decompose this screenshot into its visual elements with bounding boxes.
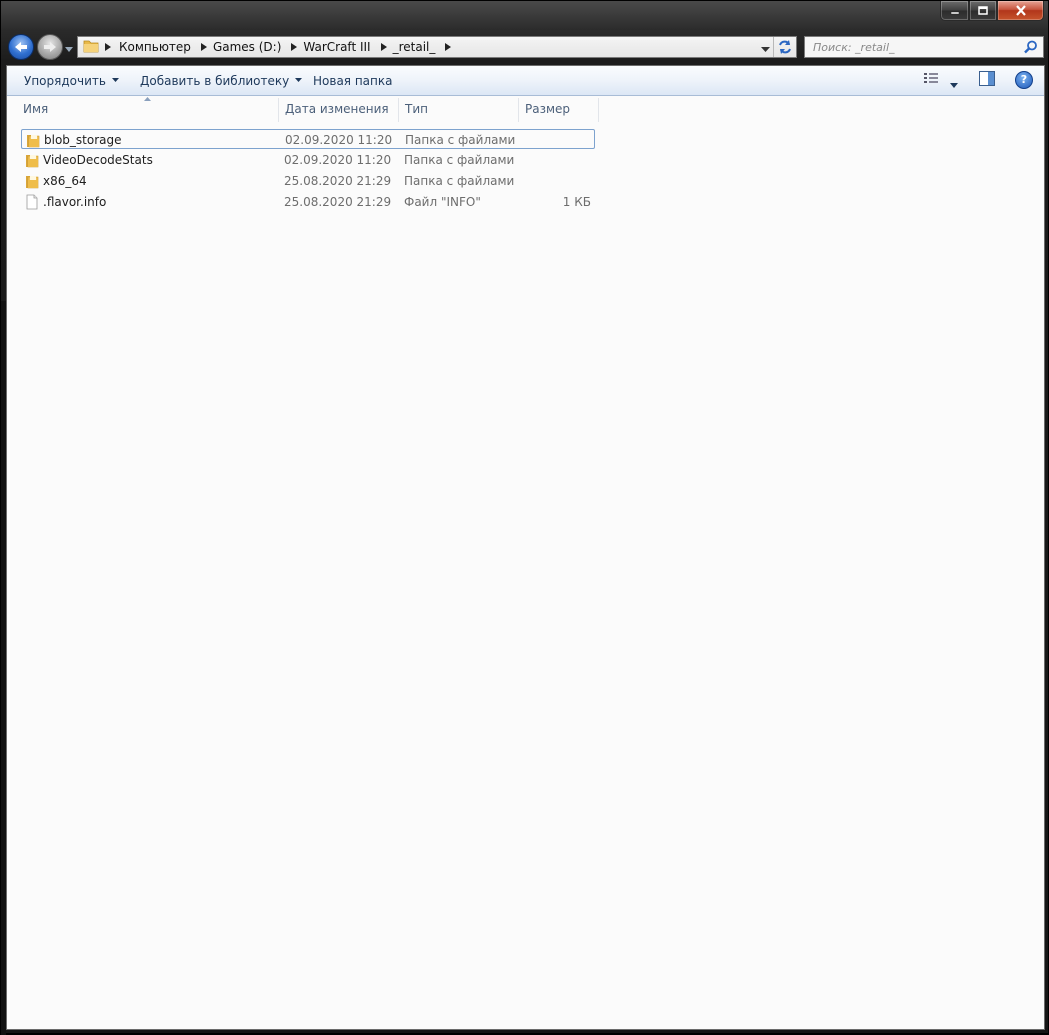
- arrow-right-icon: [44, 42, 56, 52]
- folder-icon: [25, 132, 41, 151]
- file-date: 25.08.2020 21:29: [284, 174, 392, 188]
- address-bar[interactable]: Компьютер Games (D:) WarCraft III _retai…: [77, 36, 797, 58]
- arrow-left-icon: [15, 42, 27, 52]
- view-options-dropdown[interactable]: [950, 77, 958, 91]
- file-name: x86_64: [43, 174, 87, 188]
- breadcrumb-separator[interactable]: [291, 40, 298, 54]
- folder-icon: [24, 173, 40, 192]
- help-icon: ?: [1015, 71, 1033, 89]
- breadcrumb-separator[interactable]: [380, 40, 387, 54]
- column-headers: Имя Дата изменения Тип Размер: [7, 96, 1044, 123]
- refresh-button[interactable]: [773, 37, 796, 57]
- recent-pages-button[interactable]: [65, 42, 73, 56]
- column-header-type[interactable]: Тип: [399, 96, 519, 122]
- minimize-button[interactable]: [940, 1, 969, 21]
- file-date: 25.08.2020 21:29: [284, 195, 392, 209]
- breadcrumb-item-warcraft[interactable]: WarCraft III: [303, 40, 370, 54]
- organize-label: Упорядочить: [24, 73, 106, 88]
- file-type: Папка с файлами: [404, 174, 515, 188]
- forward-button[interactable]: [37, 34, 63, 60]
- breadcrumb-item-computer[interactable]: Компьютер: [119, 40, 191, 54]
- new-folder-label: Новая папка: [313, 73, 393, 88]
- file-date: 02.09.2020 11:20: [285, 133, 393, 147]
- folder-icon: [24, 152, 40, 171]
- view-details-icon: [924, 73, 938, 83]
- search-box[interactable]: [804, 36, 1044, 58]
- minimize-icon: [950, 11, 959, 14]
- add-to-library-button[interactable]: Добавить в библиотеку: [140, 66, 303, 95]
- file-type: Папка с файлами: [404, 153, 515, 167]
- new-folder-button[interactable]: Новая папка: [313, 66, 392, 95]
- column-header-date[interactable]: Дата изменения: [279, 96, 399, 122]
- breadcrumb-separator[interactable]: [445, 40, 452, 54]
- file-name: VideoDecodeStats: [43, 153, 153, 167]
- column-header-size[interactable]: Размер: [519, 96, 599, 122]
- breadcrumb-item-retail[interactable]: _retail_: [393, 40, 436, 54]
- close-icon: [1015, 5, 1026, 16]
- column-type-label: Тип: [405, 102, 428, 116]
- add-to-library-label: Добавить в библиотеку: [140, 73, 290, 88]
- file-name: blob_storage: [44, 133, 122, 147]
- maximize-button[interactable]: [969, 1, 997, 21]
- close-button[interactable]: [997, 1, 1044, 21]
- chevron-right-icon: [200, 43, 207, 51]
- breadcrumb-item-drive[interactable]: Games (D:): [213, 40, 281, 54]
- back-button[interactable]: [8, 34, 34, 60]
- column-date-label: Дата изменения: [285, 102, 389, 116]
- column-divider[interactable]: [598, 98, 599, 122]
- file-size: 1 КБ: [562, 195, 591, 209]
- breadcrumb: Компьютер Games (D:) WarCraft III _retai…: [111, 37, 457, 57]
- command-bar: Упорядочить Добавить в библиотеку Новая …: [7, 66, 1044, 96]
- maximize-icon: [978, 5, 988, 15]
- file-date: 02.09.2020 11:20: [284, 153, 392, 167]
- organize-button[interactable]: Упорядочить: [24, 66, 119, 95]
- column-name-label: Имя: [23, 102, 49, 116]
- file-row[interactable]: blob_storage 02.09.2020 11:20 Папка с фа…: [21, 129, 595, 149]
- preview-pane-icon: [979, 71, 995, 86]
- chevron-right-icon: [445, 43, 452, 51]
- refresh-icon: [779, 40, 791, 54]
- chevron-down-icon: [950, 83, 958, 88]
- file-type: Файл "INFO": [404, 195, 481, 209]
- caption-buttons: [940, 1, 1044, 22]
- help-button[interactable]: ?: [1015, 71, 1033, 89]
- chevron-right-icon: [291, 43, 298, 51]
- file-row[interactable]: x86_64 25.08.2020 21:29 Папка с файлами: [21, 171, 595, 191]
- file-row[interactable]: .flavor.info 25.08.2020 21:29 Файл "INFO…: [21, 192, 595, 212]
- chevron-down-icon: [761, 47, 770, 52]
- chevron-down-icon: [111, 78, 119, 82]
- column-header-name[interactable]: Имя: [17, 96, 277, 122]
- file-type: Папка с файлами: [405, 133, 516, 147]
- address-history-dropdown[interactable]: [761, 42, 770, 56]
- folder-icon: [83, 38, 99, 57]
- breadcrumb-separator[interactable]: [200, 40, 207, 54]
- chevron-right-icon: [380, 43, 387, 51]
- preview-pane-button[interactable]: [979, 71, 995, 89]
- explorer-window: Компьютер Games (D:) WarCraft III _retai…: [0, 0, 1049, 1035]
- file-icon: [24, 194, 40, 213]
- search-input[interactable]: [811, 39, 1015, 55]
- column-size-label: Размер: [525, 102, 571, 116]
- file-name: .flavor.info: [43, 195, 107, 209]
- chevron-down-icon: [65, 47, 73, 52]
- change-view-button[interactable]: [923, 71, 939, 88]
- search-icon[interactable]: [1024, 40, 1038, 57]
- navigation-bar: Компьютер Games (D:) WarCraft III _retai…: [1, 31, 1049, 63]
- chevron-down-icon: [295, 78, 303, 82]
- file-row[interactable]: VideoDecodeStats 02.09.2020 11:20 Папка …: [21, 150, 595, 170]
- content-pane: Упорядочить Добавить в библиотеку Новая …: [6, 65, 1045, 1030]
